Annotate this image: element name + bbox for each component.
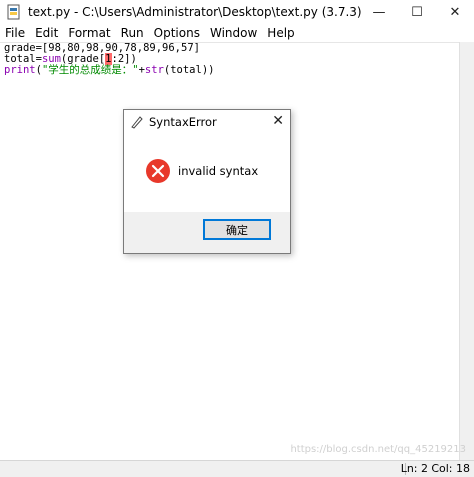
menu-bar: File Edit Format Run Options Window Help [0, 24, 474, 42]
window-title: text.py - C:\Users\Administrator\Desktop… [28, 5, 362, 19]
status-line: Ln: 2 [400, 462, 428, 475]
menu-file[interactable]: File [0, 26, 30, 40]
watermark: https://blog.csdn.net/qq_45219213 [290, 444, 466, 455]
code-builtin: str [144, 64, 164, 76]
status-column: Col: 18 [431, 462, 470, 475]
code-line-3: print("学生的总成绩是："+str(total)) [0, 65, 460, 76]
window-controls: — ☐ ✕ [360, 0, 474, 24]
maximize-icon: ☐ [411, 4, 423, 20]
dialog-footer: 确定 [124, 212, 290, 253]
menu-run[interactable]: Run [116, 26, 149, 40]
vertical-scrollbar[interactable] [459, 42, 474, 461]
minimize-button[interactable]: — [360, 0, 398, 24]
code-text: (total)) [163, 64, 215, 76]
close-button[interactable]: ✕ [436, 0, 474, 24]
dialog-title: SyntaxError [149, 115, 217, 129]
close-icon: ✕ [449, 4, 461, 20]
syntax-error-dialog: SyntaxError ✕ invalid syntax 确定 [123, 109, 291, 254]
dialog-body: invalid syntax [124, 134, 290, 212]
python-file-icon [7, 4, 20, 20]
dialog-titlebar: SyntaxError ✕ [124, 110, 290, 134]
code-builtin: print [4, 64, 36, 76]
code-string: "学生的总成绩是：" [41, 64, 139, 76]
ok-button-label: 确定 [226, 223, 248, 237]
menu-options[interactable]: Options [149, 26, 205, 40]
minimize-icon: — [372, 4, 386, 20]
menu-format[interactable]: Format [63, 26, 115, 40]
menu-help[interactable]: Help [262, 26, 299, 40]
status-bar: Ln: 2 Col: 18 [0, 460, 474, 477]
menu-edit[interactable]: Edit [30, 26, 63, 40]
maximize-button[interactable]: ☐ [398, 0, 436, 24]
error-icon [146, 159, 170, 183]
window-titlebar: text.py - C:\Users\Administrator\Desktop… [0, 0, 474, 24]
menu-window[interactable]: Window [205, 26, 262, 40]
error-message: invalid syntax [178, 164, 259, 178]
dialog-close-icon[interactable]: ✕ [272, 113, 284, 129]
python-feather-icon [131, 116, 143, 129]
ok-button[interactable]: 确定 [203, 219, 271, 240]
